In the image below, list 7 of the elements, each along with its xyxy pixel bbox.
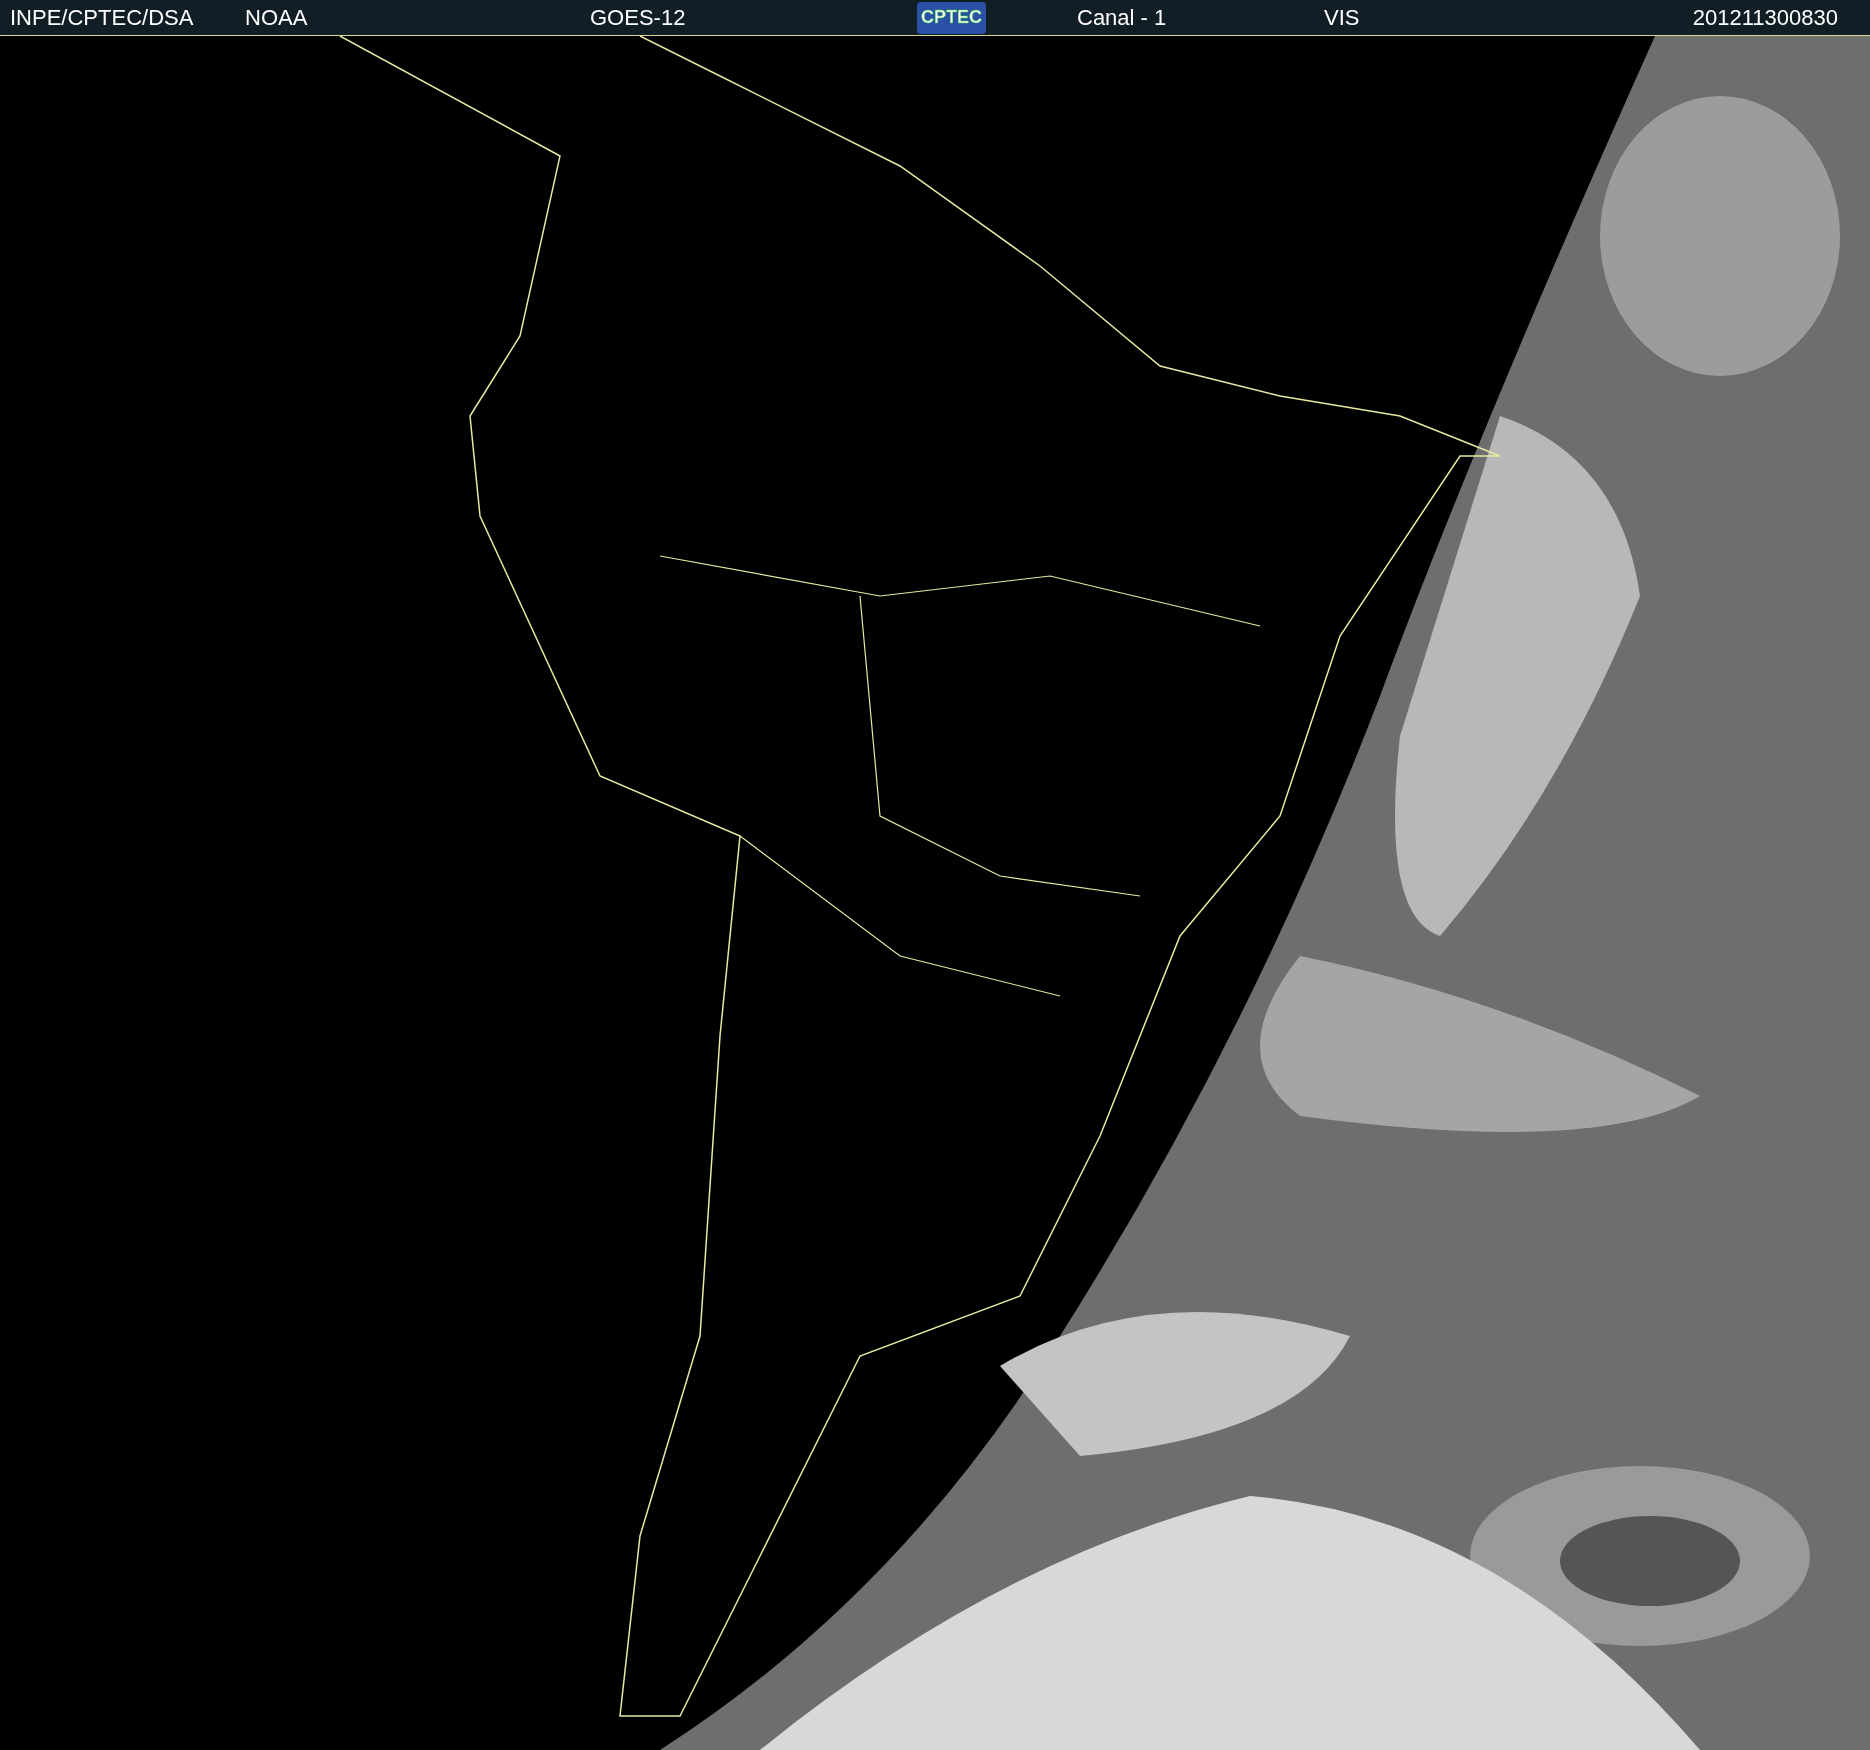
timestamp-label: 201211300830 [1692, 4, 1838, 31]
agency-label: NOAA [245, 4, 308, 31]
band-label: VIS [1324, 4, 1360, 31]
satellite-label: GOES-12 [590, 4, 686, 31]
channel-label: Canal - 1 [1077, 4, 1167, 31]
logo: CPTEC [917, 1, 986, 34]
source-label: INPE/CPTEC/DSA [10, 4, 194, 31]
